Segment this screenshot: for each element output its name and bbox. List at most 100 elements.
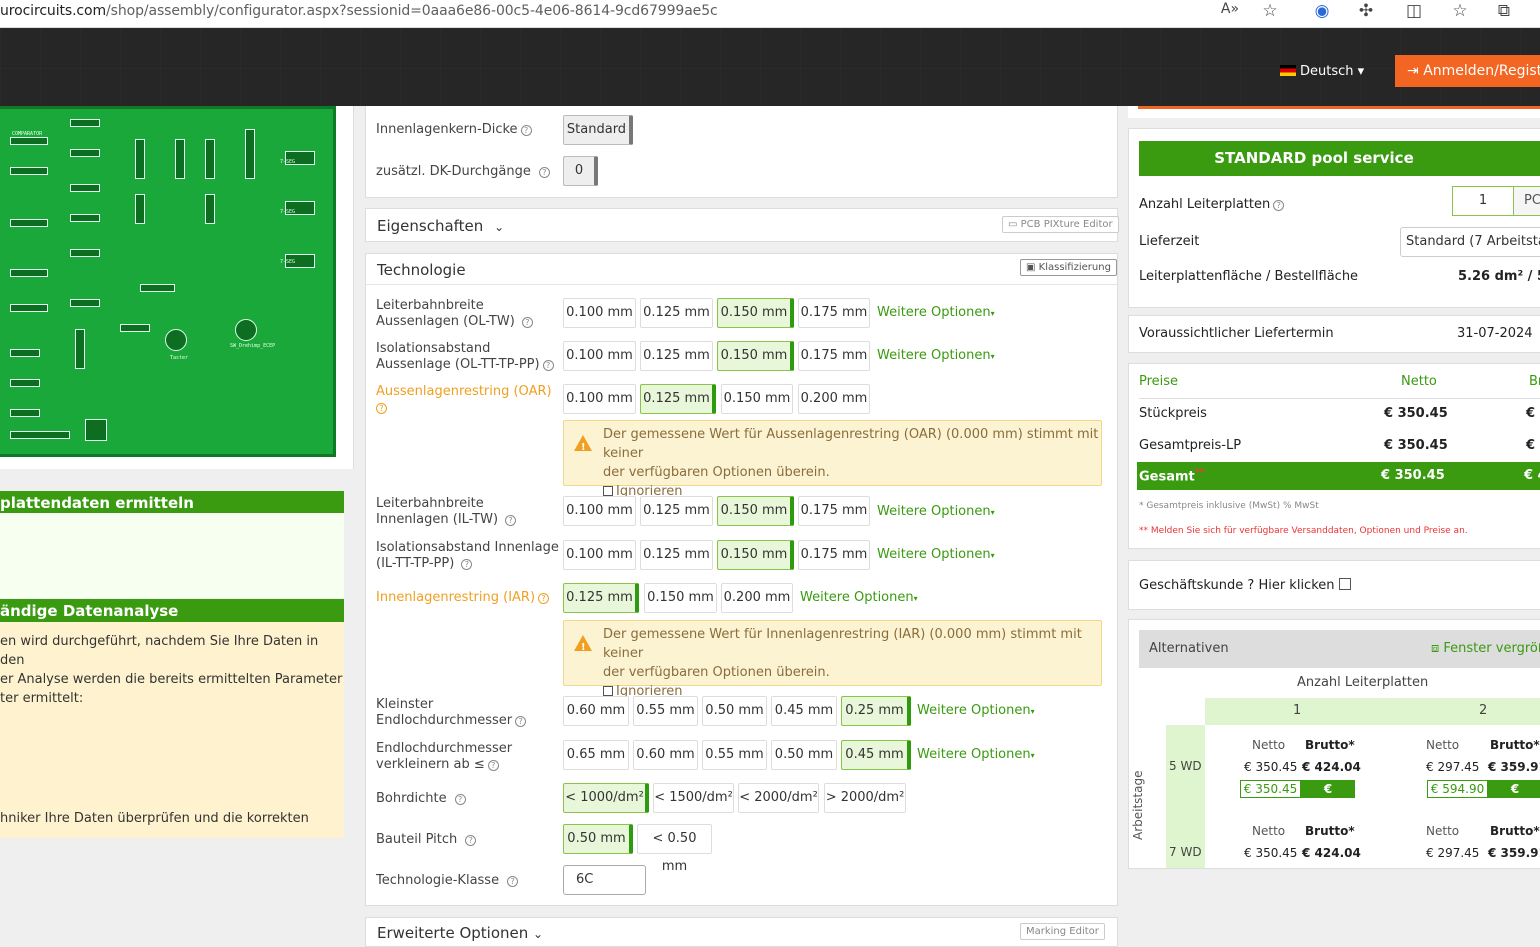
more-options-link[interactable]: Weitere Optionen▾ <box>800 590 918 605</box>
il-tw-option[interactable]: 0.175 mm <box>798 496 870 526</box>
collections-icon[interactable]: ⧉ <box>1492 1 1516 21</box>
pcb-pixture-editor-button[interactable]: ▭ PCB PIXture Editor <box>1002 216 1119 233</box>
pitch-option[interactable]: < 0.50 mm <box>637 824 712 874</box>
analysis-text-line: er Analyse werden die bereits ermittelte… <box>0 672 343 687</box>
checkbox[interactable] <box>603 686 613 696</box>
help-icon[interactable]: ? <box>376 403 387 414</box>
il-tw-option[interactable]: 0.125 mm <box>640 496 713 526</box>
hole-reduce-option[interactable]: 0.55 mm <box>702 740 767 770</box>
density-option[interactable]: < 2000/dm² <box>738 783 819 813</box>
density-option-selected[interactable]: < 1000/dm² <box>563 783 649 813</box>
enlarge-window-link[interactable]: ⧈ Fenster vergröß <box>1431 641 1540 656</box>
checkbox[interactable] <box>603 486 613 496</box>
hole-option[interactable]: 0.55 mm <box>633 696 698 726</box>
address-bar[interactable]: urocircuits.com/shop/assembly/configurat… <box>0 3 718 19</box>
orange-strip <box>1138 106 1540 109</box>
hole-reduce-option-selected[interactable]: 0.45 mm <box>841 740 911 770</box>
favorites-icon[interactable]: ☆ <box>1448 1 1472 21</box>
language-selector[interactable]: Deutsch ▾ <box>1280 64 1364 79</box>
core-thickness-label: Innenlagenkern-Dicke <box>376 122 518 137</box>
hole-option[interactable]: 0.50 mm <box>702 696 767 726</box>
extension-icon[interactable]: ◉ <box>1310 1 1334 21</box>
il-iso-option-selected[interactable]: 0.150 mm <box>717 540 794 570</box>
login-button[interactable]: ⇥ Anmelden/Registr <box>1395 55 1540 87</box>
ol-tw-option[interactable]: 0.100 mm <box>563 298 636 328</box>
iar-option[interactable]: 0.200 mm <box>721 583 793 613</box>
more-options-link[interactable]: Weitere Optionen▾ <box>917 703 1035 718</box>
ol-iso-option-selected[interactable]: 0.150 mm <box>717 341 794 371</box>
ol-tw-option[interactable]: 0.125 mm <box>640 298 713 328</box>
more-options-link[interactable]: Weitere Optionen▾ <box>917 747 1035 762</box>
section1-title: plattendaten ermitteln <box>0 494 194 512</box>
properties-card[interactable]: Eigenschaften ⌄ ▭ PCB PIXture Editor <box>365 208 1119 242</box>
more-options-link[interactable]: Weitere Optionen▾ <box>877 348 995 363</box>
more-options-link[interactable]: Weitere Optionen▾ <box>877 547 995 562</box>
help-icon[interactable]: ? <box>538 593 550 604</box>
split-screen-icon[interactable]: ◫ <box>1402 1 1426 21</box>
alt-select-brutto[interactable]: € 424.04 <box>1301 780 1355 814</box>
alt-select-netto[interactable]: € 350.45 <box>1240 780 1301 798</box>
read-aloud-icon[interactable]: A» <box>1218 1 1242 17</box>
business-checkbox[interactable] <box>1338 578 1351 590</box>
hole-reduce-option[interactable]: 0.60 mm <box>633 740 698 770</box>
help-icon[interactable]: ? <box>505 515 517 526</box>
warning-icon: ! <box>574 435 592 453</box>
hole-reduce-option[interactable]: 0.50 mm <box>771 740 837 770</box>
alt-netto-header: Netto <box>1252 824 1286 838</box>
qty-input[interactable]: 1 <box>1452 186 1514 216</box>
more-options-link[interactable]: Weitere Optionen▾ <box>877 504 995 519</box>
extensions-puzzle-icon[interactable]: ✣ <box>1354 1 1378 21</box>
help-icon[interactable]: ? <box>454 794 466 805</box>
ol-tw-option-selected[interactable]: 0.150 mm <box>717 298 794 328</box>
alt-select-brutto[interactable]: € 719.83 <box>1488 780 1540 814</box>
oar-option[interactable]: 0.100 mm <box>563 384 636 414</box>
area-label: Leiterplattenfläche / Bestellfläche <box>1139 269 1359 284</box>
help-icon[interactable]: ? <box>507 876 519 887</box>
dk-value[interactable]: 0 <box>563 156 598 186</box>
hole-option[interactable]: 0.45 mm <box>771 696 837 726</box>
oar-option-selected[interactable]: 0.125 mm <box>640 384 716 414</box>
help-icon[interactable]: ? <box>487 760 499 771</box>
help-icon[interactable]: ? <box>538 167 550 178</box>
qty-unit: PC <box>1514 186 1540 216</box>
core-thickness-standard[interactable]: Standard <box>563 115 633 145</box>
il-iso-option[interactable]: 0.175 mm <box>798 540 870 570</box>
iar-option[interactable]: 0.150 mm <box>644 583 717 613</box>
pitch-option-selected[interactable]: 0.50 mm <box>563 824 633 854</box>
hole-option-selected[interactable]: 0.25 mm <box>841 696 911 726</box>
advanced-options-card[interactable]: Erweiterte Optionen ⌄ Marking Editor <box>365 917 1118 947</box>
help-icon[interactable]: ? <box>520 125 532 136</box>
density-option[interactable]: > 2000/dm² <box>824 783 906 813</box>
help-icon[interactable]: ? <box>521 317 533 328</box>
marking-editor-button[interactable]: Marking Editor <box>1020 923 1105 940</box>
pcb-preview-image[interactable]: COMPARATOR 7-SEG 7-SEG 7-SEG Taster SW_D… <box>0 106 336 457</box>
hole-reduce-option[interactable]: 0.65 mm <box>563 740 629 770</box>
oar-option[interactable]: 0.150 mm <box>721 384 793 414</box>
ol-tw-option[interactable]: 0.175 mm <box>798 298 870 328</box>
help-icon[interactable]: ? <box>1273 200 1285 211</box>
iar-option-selected[interactable]: 0.125 mm <box>563 583 639 613</box>
editor-label: PCB PIXture Editor <box>1020 219 1113 230</box>
il-tw-option[interactable]: 0.100 mm <box>563 496 636 526</box>
business-customer-card[interactable]: Geschäftskunde ? Hier klicken <box>1128 560 1540 610</box>
help-icon[interactable]: ? <box>461 559 473 570</box>
il-iso-option[interactable]: 0.125 mm <box>640 540 713 570</box>
favorite-star-icon[interactable]: ☆ <box>1258 1 1282 21</box>
ol-iso-option[interactable]: 0.175 mm <box>798 341 870 371</box>
delivery-select[interactable]: Standard (7 Arbeitstag <box>1400 227 1540 257</box>
help-icon[interactable]: ? <box>542 360 554 371</box>
help-icon[interactable]: ? <box>465 835 477 846</box>
density-option[interactable]: < 1500/dm² <box>653 783 734 813</box>
alt-select-netto[interactable]: € 594.90 <box>1427 780 1488 798</box>
il-tw-option-selected[interactable]: 0.150 mm <box>717 496 794 526</box>
classification-button[interactable]: ▣ Klassifizierung <box>1020 259 1117 276</box>
more-options-link[interactable]: Weitere Optionen▾ <box>877 305 995 320</box>
hole-option[interactable]: 0.60 mm <box>563 696 629 726</box>
il-iso-option[interactable]: 0.100 mm <box>563 540 636 570</box>
ol-iso-option[interactable]: 0.100 mm <box>563 341 636 371</box>
oar-option[interactable]: 0.200 mm <box>798 384 870 414</box>
ol-iso-option[interactable]: 0.125 mm <box>640 341 713 371</box>
help-icon[interactable]: ? <box>515 716 527 727</box>
tech-class-field[interactable]: 6C <box>563 865 646 895</box>
section2-title: ändige Datenanalyse <box>0 602 179 620</box>
